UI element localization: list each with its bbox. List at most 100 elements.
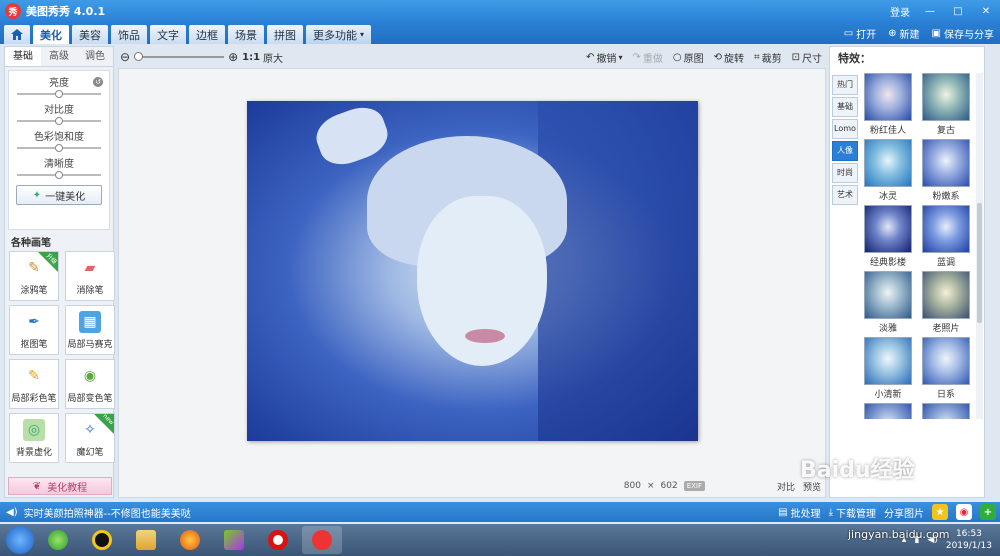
tab-border[interactable]: 边框 — [189, 25, 225, 44]
effect-item[interactable]: 老照片 — [920, 271, 972, 337]
tab-more-features[interactable]: 更多功能 ▾ — [306, 25, 372, 44]
weibo-icon[interactable]: ◉ — [956, 504, 972, 520]
effect-item[interactable] — [920, 403, 972, 419]
subtab-basic[interactable]: 基础 — [5, 47, 41, 66]
effects-scrollbar[interactable] — [976, 73, 983, 419]
brush-color-change[interactable]: ◉ 局部变色笔 — [65, 359, 115, 409]
brightness-knob[interactable] — [55, 90, 63, 98]
tab-collage[interactable]: 拼图 — [267, 25, 303, 44]
brush-cutout[interactable]: ✒ 抠图笔 — [9, 305, 59, 355]
one-click-beautify-button[interactable]: ✦ 一键美化 — [16, 185, 102, 205]
zoom-knob[interactable] — [134, 52, 144, 61]
crop-label: 裁剪 — [761, 53, 782, 65]
effect-item[interactable] — [862, 403, 914, 419]
beautify-tutorial-button[interactable]: ❦ 美化教程 — [8, 477, 112, 495]
taskbar-app-qq[interactable] — [82, 526, 122, 554]
edited-photo[interactable] — [247, 101, 698, 441]
tab-accessories[interactable]: 饰品 — [111, 25, 147, 44]
effect-item[interactable]: 粉嫩系 — [920, 139, 972, 205]
login-link[interactable]: 登录 — [890, 4, 910, 19]
tab-beautify[interactable]: 美化 — [33, 25, 69, 44]
tab-scene[interactable]: 场景 — [228, 25, 264, 44]
canvas-toolbar: ⊖ ⊕ 1:1 原大 ↶ 撤销 ▾ ↷ 重做 ○ 原图 ⟲ 旋转 ⌗ 裁剪 ⊡ … — [118, 46, 826, 68]
chevron-down-icon: ▾ — [618, 52, 623, 62]
effect-item[interactable]: 小清新 — [862, 337, 914, 403]
new-button[interactable]: ⊕ 新建 — [888, 26, 919, 41]
sharpness-knob[interactable] — [55, 171, 63, 179]
zoom-out-icon[interactable]: ⊖ — [120, 50, 130, 64]
close-button[interactable]: ✕ — [978, 6, 994, 17]
effect-item[interactable]: 日系 — [920, 337, 972, 403]
rotate-button[interactable]: ⟲ 旋转 — [714, 50, 744, 65]
effect-item[interactable]: 蓝调 — [920, 205, 972, 271]
redo-icon: ↷ — [632, 51, 641, 63]
open-button[interactable]: ▭ 打开 — [844, 26, 876, 41]
brush-blur-bg[interactable]: ◎ 背景虚化 — [9, 413, 59, 463]
brightness-slider[interactable] — [17, 90, 101, 98]
sharpness-slider[interactable] — [17, 171, 101, 179]
effect-item[interactable]: 复古 — [920, 73, 972, 139]
category-hot[interactable]: 热门 — [832, 75, 858, 95]
reset-icon[interactable]: ↺ — [93, 77, 103, 87]
folder-icon — [136, 530, 156, 550]
brush-local-color[interactable]: ✎ 局部彩色笔 — [9, 359, 59, 409]
category-art[interactable]: 艺术 — [832, 185, 858, 205]
effect-item[interactable]: 冰灵 — [862, 139, 914, 205]
taskbar-app-media[interactable] — [214, 526, 254, 554]
contrast-slider[interactable] — [17, 117, 101, 125]
paint-bucket-icon: ◉ — [83, 368, 97, 384]
category-lomo[interactable]: Lomo — [832, 119, 858, 139]
actual-size-ratio[interactable]: 1:1 — [242, 52, 260, 63]
zoom-slider[interactable] — [134, 52, 225, 61]
contrast-knob[interactable] — [55, 117, 63, 125]
brush-magic[interactable]: new ✧ 魔幻笔 — [65, 413, 115, 463]
effect-item[interactable]: 淡雅 — [862, 271, 914, 337]
batch-icon: ▤ — [778, 506, 788, 518]
tab-text[interactable]: 文字 — [150, 25, 186, 44]
taskbar-app-recorder[interactable] — [258, 526, 298, 554]
exif-badge[interactable]: EXIF — [683, 481, 705, 491]
resize-label: 尺寸 — [802, 53, 822, 65]
saturation-slider[interactable] — [17, 144, 101, 152]
resize-button[interactable]: ⊡ 尺寸 — [792, 50, 822, 65]
undo-button[interactable]: ↶ 撤销 ▾ — [586, 50, 622, 65]
original-button[interactable]: ○ 原图 — [673, 50, 704, 65]
zoom-in-icon[interactable]: ⊕ — [228, 50, 238, 64]
original-label: 原图 — [683, 53, 704, 65]
brush-doodle[interactable]: 升级 ✎ 涂鸦笔 — [9, 251, 59, 301]
category-portrait[interactable]: 人像 — [832, 141, 858, 161]
plus-icon[interactable]: + — [980, 504, 996, 520]
subtab-advanced[interactable]: 高级 — [41, 47, 77, 66]
category-fashion[interactable]: 时尚 — [832, 163, 858, 183]
taskbar-app-meitu[interactable] — [302, 526, 342, 554]
brush-label: 局部变色笔 — [67, 394, 113, 404]
brush-mosaic[interactable]: ▦ 局部马赛克 — [65, 305, 115, 355]
compare-button[interactable]: 对比 — [777, 480, 795, 493]
tab-makeup[interactable]: 美容 — [72, 25, 108, 44]
brush-eraser[interactable]: ▰ 消除笔 — [65, 251, 115, 301]
effects-scroll-thumb[interactable] — [977, 203, 982, 323]
crop-button[interactable]: ⌗ 裁剪 — [754, 50, 782, 65]
start-button[interactable] — [6, 526, 34, 554]
home-button[interactable] — [4, 25, 30, 44]
pen-nib-icon: ✒ — [28, 314, 40, 330]
redo-button[interactable]: ↷ 重做 — [632, 50, 662, 65]
effect-item[interactable]: 粉红佳人 — [862, 73, 914, 139]
effect-thumbnail — [922, 205, 970, 253]
image-canvas[interactable]: 800 × 602 EXIF 对比 预览 — [118, 68, 826, 498]
butterfly-icon: ❦ — [32, 480, 42, 492]
save-share-button[interactable]: ▣ 保存与分享 — [932, 26, 994, 41]
taskbar-app-360[interactable] — [38, 526, 78, 554]
maximize-button[interactable]: □ — [950, 6, 966, 17]
taskbar-app-explorer[interactable] — [126, 526, 166, 554]
minimize-button[interactable]: — — [922, 6, 938, 17]
saturation-knob[interactable] — [55, 144, 63, 152]
brightness-label: 亮度 — [49, 78, 69, 89]
system-clock[interactable]: 16:53 2019/1/13 — [946, 528, 992, 552]
effect-item[interactable]: 经典影楼 — [862, 205, 914, 271]
taskbar-app-firefox[interactable] — [170, 526, 210, 554]
status-message[interactable]: 实时美颜拍照神器--不修图也能美美哒 — [24, 505, 191, 520]
category-basic[interactable]: 基础 — [832, 97, 858, 117]
subtab-color[interactable]: 调色 — [77, 47, 113, 66]
actual-size-label[interactable]: 原大 — [263, 50, 283, 65]
